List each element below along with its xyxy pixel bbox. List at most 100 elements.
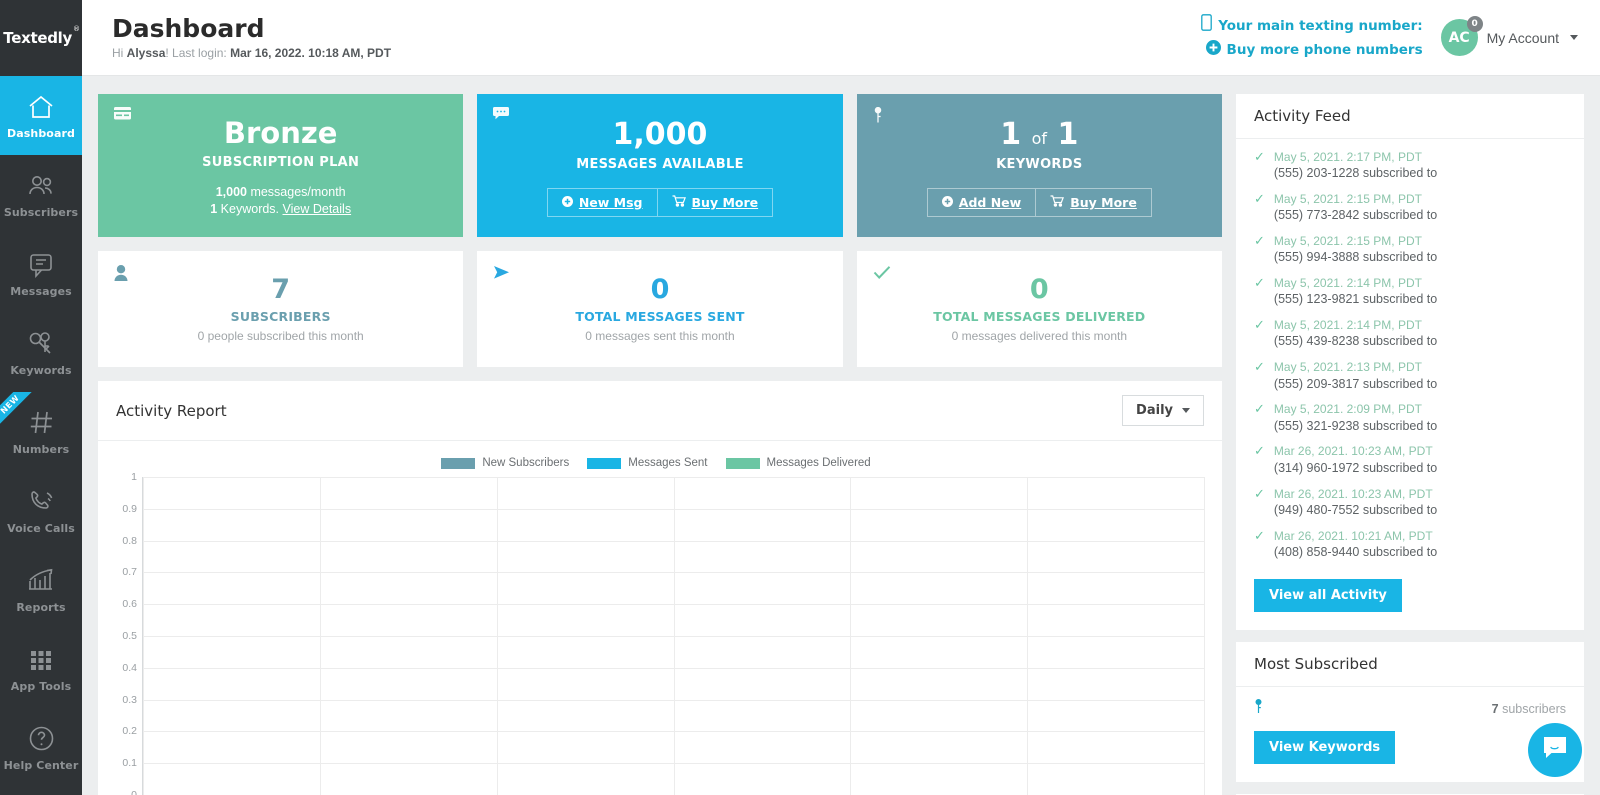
plus-circle-icon xyxy=(1205,39,1221,62)
legend-swatch xyxy=(725,457,760,469)
keywords-title: KEYWORDS xyxy=(996,157,1083,172)
activity-report-panel: Activity Report Daily New Subscribers Me… xyxy=(98,381,1222,795)
avatar[interactable]: AC 0 xyxy=(1440,16,1483,56)
check-icon: ✓ xyxy=(1254,233,1265,249)
sidebar-item-reports[interactable]: Reports xyxy=(0,550,82,629)
chat-icon xyxy=(27,250,55,280)
messages-sent-value: 0 xyxy=(650,273,670,305)
activity-feed-time: May 5, 2021. 2:15 PM, PDT xyxy=(1273,192,1422,207)
y-axis-tick: 0.7 xyxy=(122,566,137,579)
sidebar-item-help-center[interactable]: Help Center xyxy=(0,708,82,787)
users-icon xyxy=(26,171,56,201)
plus-circle-icon xyxy=(561,195,573,210)
hash-icon xyxy=(28,408,55,438)
buy-more-keywords-button[interactable]: Buy More xyxy=(1035,189,1151,216)
account-label: My Account xyxy=(1486,29,1559,46)
cart-icon xyxy=(1050,195,1065,210)
sidebar-label: Voice Calls xyxy=(7,521,75,535)
activity-feed-time: May 5, 2021. 2:14 PM, PDT xyxy=(1273,318,1422,333)
report-range-label: Daily xyxy=(1136,403,1173,418)
texting-number-row: Your main texting number: xyxy=(1201,14,1423,38)
legend-item[interactable]: New Subscribers xyxy=(441,457,569,469)
y-axis-tick: 0.1 xyxy=(122,757,137,770)
last-login: Mar 16, 2022. 10:18 AM, PDT xyxy=(230,46,392,61)
sidebar-label: Dashboard xyxy=(7,126,75,140)
sidebar-label: Keywords xyxy=(10,363,72,377)
page-heading: Dashboard Hi Alyssa! Last login: Mar 16,… xyxy=(112,15,391,61)
texting-number-label: Your main texting number: xyxy=(1218,17,1423,34)
activity-feed-desc: (408) 858-9440 subscribed to xyxy=(1273,544,1438,559)
chart-grid xyxy=(142,477,1205,795)
most-subscribed-title: Most Subscribed xyxy=(1236,642,1584,687)
y-axis-tick: 0.9 xyxy=(122,502,137,515)
buy-more-messages-button[interactable]: Buy More xyxy=(656,189,773,216)
grid-icon xyxy=(28,645,54,675)
view-all-activity-button[interactable]: View all Activity xyxy=(1254,578,1402,612)
buy-more-numbers-link[interactable]: Buy more phone numbers xyxy=(1227,41,1423,59)
activity-feed-item: ✓ Mar 26, 2021. 10:21 AM, PDT (408) 858-94… xyxy=(1254,528,1566,561)
messages-sent-sub: 0 messages sent this month xyxy=(585,328,735,343)
activity-feed-item-body: May 5, 2021. 2:15 PM, PDT (555) 773-2842 … xyxy=(1274,191,1437,224)
legend-item[interactable]: Messages Sent xyxy=(587,457,708,469)
brand-logo[interactable]: Textedly® xyxy=(0,0,82,76)
account-menu[interactable]: AC 0 My Account xyxy=(1440,16,1578,56)
activity-feed-title: Activity Feed xyxy=(1236,94,1584,139)
plan-meta: 1,000 messages/month 1 Keywords. View De… xyxy=(210,184,351,218)
chevron-down-icon xyxy=(1570,35,1578,40)
plan-msg-count: 1,000 xyxy=(215,185,247,200)
activity-feed-item-body: Mar 26, 2021. 10:21 AM, PDT (408) 858-944… xyxy=(1274,528,1437,561)
view-keywords-button[interactable]: View Keywords xyxy=(1254,730,1396,764)
activity-feed-item: ✓ May 5, 2021. 2:15 PM, PDT (555) 773-2842… xyxy=(1254,191,1566,224)
check-icon: ✓ xyxy=(1254,485,1265,501)
buy-more-keywords-label: Buy More xyxy=(1070,195,1137,210)
stat-cards-row-primary: Bronze SUBSCRIPTION PLAN 1,000 messages/… xyxy=(98,94,1222,237)
app-root: Textedly® Dashboard Subscribers Messages xyxy=(0,0,1600,795)
key-icon xyxy=(1254,698,1263,719)
legend-label: New Subscribers xyxy=(482,457,570,469)
add-new-keyword-button[interactable]: Add New xyxy=(928,189,1035,216)
check-icon xyxy=(873,265,891,285)
sidebar-item-messages[interactable]: Messages xyxy=(0,234,82,313)
activity-feed-item-body: May 5, 2021. 2:14 PM, PDT (555) 439-8238 … xyxy=(1274,317,1437,350)
sidebar-item-voice-calls[interactable]: Voice Calls xyxy=(0,471,82,550)
plan-kw-unit: Keywords. xyxy=(217,202,283,216)
key-icon xyxy=(873,106,883,129)
y-axis-tick: 0.3 xyxy=(122,693,137,706)
chat-widget-button[interactable] xyxy=(1528,723,1582,777)
sidebar-item-dashboard[interactable]: Dashboard xyxy=(0,76,82,155)
sidebar-item-numbers[interactable]: NEW Numbers xyxy=(0,392,82,471)
greeting-prefix: Hi xyxy=(112,46,127,61)
messages-actions: New Msg Buy More xyxy=(546,188,774,217)
messages-available-title: MESSAGES AVAILABLE xyxy=(576,157,744,172)
grid-line-vertical xyxy=(496,477,498,795)
grid-line-vertical xyxy=(143,477,144,795)
activity-feed-desc: (555) 209-3817 subscribed to xyxy=(1273,376,1438,391)
y-axis-tick: 0.4 xyxy=(122,661,137,674)
subscriber-count: 7 xyxy=(1491,701,1499,716)
buy-numbers-row[interactable]: Buy more phone numbers xyxy=(1201,39,1423,62)
greeting-mid: ! Last login: xyxy=(165,46,231,61)
keywords-of: of xyxy=(1031,129,1048,148)
activity-feed-item: ✓ May 5, 2021. 2:14 PM, PDT (555) 439-8238… xyxy=(1254,317,1566,350)
credit-card-icon xyxy=(114,107,131,125)
new-msg-button[interactable]: New Msg xyxy=(548,189,657,216)
report-range-dropdown[interactable]: Daily xyxy=(1122,395,1204,426)
activity-report-title: Activity Report xyxy=(116,401,227,420)
sidebar-item-subscribers[interactable]: Subscribers xyxy=(0,155,82,234)
subscribers-card: 7 SUBSCRIBERS 0 people subscribed this m… xyxy=(98,251,464,367)
view-details-link[interactable]: View Details xyxy=(283,202,352,216)
legend-item[interactable]: Messages Delivered xyxy=(725,457,871,469)
grid-line-vertical xyxy=(1204,477,1205,795)
plan-card: Bronze SUBSCRIPTION PLAN 1,000 messages/… xyxy=(98,94,464,237)
sidebar-item-app-tools[interactable]: App Tools xyxy=(0,629,82,708)
activity-feed-item: ✓ Mar 26, 2021. 10:23 AM, PDT (949) 480-75… xyxy=(1254,486,1566,519)
sidebar-item-keywords[interactable]: Keywords xyxy=(0,313,82,392)
add-new-label: Add New xyxy=(958,195,1022,210)
subscribers-sub: 0 people subscribed this month xyxy=(197,328,364,343)
legend-label: Messages Delivered xyxy=(766,457,871,469)
activity-feed-time: Mar 26, 2021. 10:23 AM, PDT xyxy=(1273,444,1433,459)
comment-icon xyxy=(493,107,510,126)
activity-feed-time: May 5, 2021. 2:17 PM, PDT xyxy=(1273,150,1422,164)
grid-line-vertical xyxy=(1027,477,1029,795)
activity-feed-item-body: May 5, 2021. 2:13 PM, PDT (555) 209-3817 … xyxy=(1274,359,1437,392)
